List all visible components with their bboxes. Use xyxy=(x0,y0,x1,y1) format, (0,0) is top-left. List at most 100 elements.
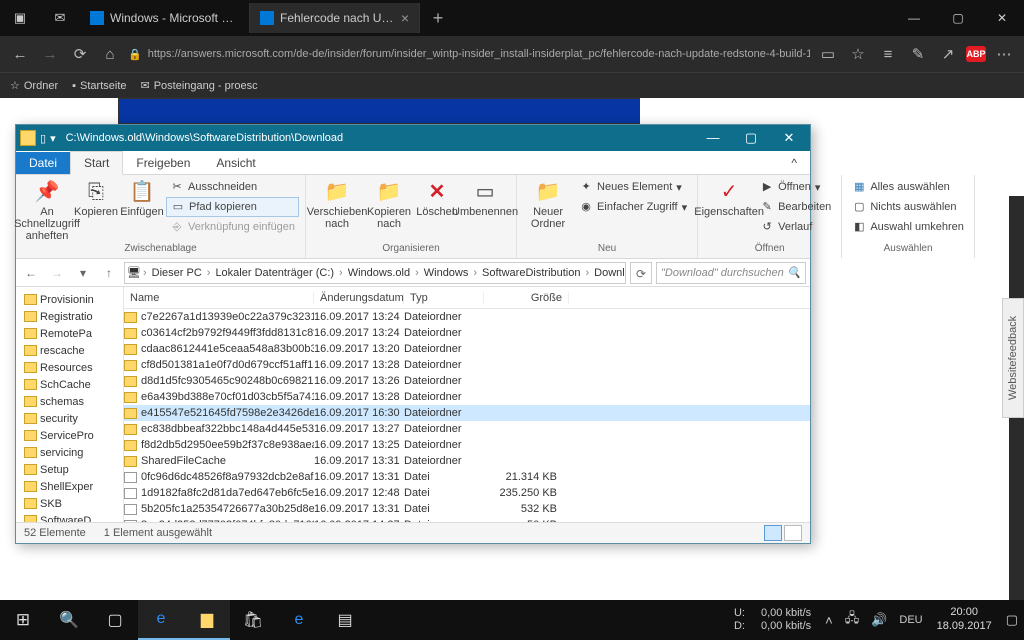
taskbar-clock[interactable]: 20:0018.09.2017 xyxy=(929,606,1000,634)
tree-node[interactable]: Registratio xyxy=(16,308,123,325)
select-all-button[interactable]: ▦Alles auswählen xyxy=(848,177,968,197)
list-item[interactable]: ec838dbbeaf322bbc148a4d445e538b916.09.20… xyxy=(124,421,810,437)
tray-volume-icon[interactable]: 🔊 xyxy=(865,612,893,628)
feedback-tab[interactable]: Websitefeedback xyxy=(1002,298,1024,418)
explorer-titlebar[interactable]: ▯ ▾ C:\Windows.old\Windows\SoftwareDistr… xyxy=(16,125,810,151)
tab-1[interactable]: Windows - Microsoft Comm xyxy=(80,3,250,33)
list-item[interactable]: SharedFileCache16.09.2017 13:31Dateiordn… xyxy=(124,453,810,469)
back-button[interactable]: ← xyxy=(20,262,42,284)
easy-access-button[interactable]: ◉Einfacher Zugriff ▾ xyxy=(575,197,691,217)
new-item-button[interactable]: ✦Neues Element ▾ xyxy=(575,177,691,197)
task-view-button[interactable]: ▢ xyxy=(92,600,138,640)
tab-2[interactable]: Fehlercode nach Updat× xyxy=(250,3,420,33)
cut-button[interactable]: ✂Ausschneiden xyxy=(166,177,299,197)
list-item[interactable]: c03614cf2b9792f9449ff3fdd8131c8f16.09.20… xyxy=(124,325,810,341)
new-folder-button[interactable]: 📁Neuer Ordner xyxy=(523,177,573,230)
page-scrollbar[interactable] xyxy=(1009,196,1024,640)
taskbar-app[interactable]: ▤ xyxy=(322,600,368,640)
refresh-button[interactable]: ⟳ xyxy=(630,262,652,284)
maximize-button[interactable]: ▢ xyxy=(936,0,980,36)
tab-start[interactable]: Start xyxy=(70,151,123,175)
folder-tree[interactable]: ProvisioninRegistratioRemoteParescacheRe… xyxy=(16,287,124,522)
refresh-button[interactable]: ⟳ xyxy=(68,42,92,66)
tray-language[interactable]: DEU xyxy=(893,614,928,626)
search-button[interactable]: 🔍 xyxy=(46,600,92,640)
qat-icon[interactable]: ▯ xyxy=(40,132,46,145)
list-item[interactable]: f8d2db5d2950ee59b2f37c8e938aea7516.09.20… xyxy=(124,437,810,453)
ribbon-collapse-icon[interactable]: ^ xyxy=(778,152,810,174)
action-center-icon[interactable]: ▢ xyxy=(1000,612,1024,628)
tree-node[interactable]: ServicePro xyxy=(16,427,123,444)
back-button[interactable]: ← xyxy=(8,42,32,66)
paste-link-button[interactable]: ⎆Verknüpfung einfügen xyxy=(166,217,299,237)
list-item[interactable]: e415547e521645fd7598e2e3426dedf716.09.20… xyxy=(124,405,810,421)
details-view-button[interactable] xyxy=(764,525,782,541)
list-item[interactable]: 0fc96d6dc48526f8a97932dcb2e8af01143d...1… xyxy=(124,469,810,485)
taskbar-explorer[interactable]: ▆ xyxy=(184,600,230,640)
edit-button[interactable]: ✎Bearbeiten xyxy=(756,197,835,217)
list-item[interactable]: d8d1d5fc9305465c90248b0c698213f616.09.20… xyxy=(124,373,810,389)
copy-button[interactable]: ⎘Kopieren xyxy=(74,177,118,218)
tray-network-icon[interactable]: 🖧 xyxy=(839,609,866,631)
paste-button[interactable]: 📋Einfügen xyxy=(120,177,164,218)
breadcrumb-seg[interactable]: Windows.old xyxy=(345,267,413,279)
tree-node[interactable]: rescache xyxy=(16,342,123,359)
breadcrumb-seg[interactable]: Dieser PC xyxy=(149,267,205,279)
taskbar-store[interactable]: 🛍 xyxy=(230,600,276,640)
tree-node[interactable]: schemas xyxy=(16,393,123,410)
breadcrumb-seg[interactable]: Windows xyxy=(421,267,472,279)
list-item[interactable]: cf8d501381a1e0f7d0d679ccf51aff1316.09.20… xyxy=(124,357,810,373)
close-button[interactable]: ✕ xyxy=(772,127,806,149)
tree-node[interactable]: servicing xyxy=(16,444,123,461)
maximize-button[interactable]: ▢ xyxy=(734,127,768,149)
tree-node[interactable]: SKB xyxy=(16,495,123,512)
tree-node[interactable]: Resources xyxy=(16,359,123,376)
favorite-star-icon[interactable]: ☆ xyxy=(846,42,870,66)
list-item[interactable]: c7e2267a1d13939e0c22a379c323141316.09.20… xyxy=(124,309,810,325)
list-header[interactable]: Name Änderungsdatum Typ Größe xyxy=(124,287,810,309)
address-bar[interactable]: 🔒https://answers.microsoft.com/de-de/ins… xyxy=(128,48,810,61)
breadcrumb[interactable]: 🖥› Dieser PC›Lokaler Datenträger (C:)›Wi… xyxy=(124,262,626,284)
new-tab-button[interactable]: + xyxy=(420,8,456,29)
close-button[interactable]: ✕ xyxy=(980,0,1024,36)
tree-node[interactable]: SchCache xyxy=(16,376,123,393)
recent-button[interactable]: ▾ xyxy=(72,262,94,284)
select-none-button[interactable]: ▢Nichts auswählen xyxy=(848,197,968,217)
forward-button[interactable]: → xyxy=(46,262,68,284)
tree-node[interactable]: SoftwareD xyxy=(16,512,123,522)
forward-button[interactable]: → xyxy=(38,42,62,66)
close-icon[interactable]: × xyxy=(401,10,409,26)
notes-icon[interactable]: ✎ xyxy=(906,42,930,66)
fav-ordner[interactable]: ☆ Ordner xyxy=(10,79,58,92)
tree-node[interactable]: security xyxy=(16,410,123,427)
history-button[interactable]: ↺Verlauf xyxy=(756,217,835,237)
list-item[interactable]: e6a439bd388e70cf01d03cb5f5a7411516.09.20… xyxy=(124,389,810,405)
abp-icon[interactable]: ABP xyxy=(966,46,986,62)
list-item[interactable]: 1d9182fa8fc2d81da7ed647eb6fc5e32d990...1… xyxy=(124,485,810,501)
properties-button[interactable]: ✓Eigenschaften xyxy=(704,177,754,218)
list-item[interactable]: cdaac8612441e5ceaa548a83b00b306e16.09.20… xyxy=(124,341,810,357)
tab-share[interactable]: Freigeben xyxy=(123,152,203,174)
open-button[interactable]: ▶Öffnen ▾ xyxy=(756,177,835,197)
up-button[interactable]: ↑ xyxy=(98,262,120,284)
tray-chevron-icon[interactable]: ˄ xyxy=(819,613,839,628)
move-to-button[interactable]: 📁Verschieben nach xyxy=(312,177,362,230)
taskbar-edge[interactable]: e xyxy=(138,600,184,640)
tree-node[interactable]: ShellExper xyxy=(16,478,123,495)
icons-view-button[interactable] xyxy=(784,525,802,541)
invert-selection-button[interactable]: ◧Auswahl umkehren xyxy=(848,217,968,237)
start-button[interactable]: ⊞ xyxy=(0,600,46,640)
fav-startseite[interactable]: ▪ Startseite xyxy=(72,80,126,92)
breadcrumb-seg[interactable]: Lokaler Datenträger (C:) xyxy=(212,267,337,279)
home-button[interactable]: ⌂ xyxy=(98,42,122,66)
minimize-button[interactable]: — xyxy=(696,127,730,149)
favorites-hub-icon[interactable]: ≡ xyxy=(876,42,900,66)
tab-file[interactable]: Datei xyxy=(16,152,70,174)
minimize-button[interactable]: — xyxy=(892,0,936,36)
tree-node[interactable]: RemotePa xyxy=(16,325,123,342)
breadcrumb-seg[interactable]: SoftwareDistribution xyxy=(479,267,583,279)
taskbar-ie[interactable]: e xyxy=(276,600,322,640)
list-body[interactable]: c7e2267a1d13939e0c22a379c323141316.09.20… xyxy=(124,309,810,522)
copy-to-button[interactable]: 📁Kopieren nach xyxy=(364,177,414,230)
pin-button[interactable]: 📌An Schnellzugriff anheften xyxy=(22,177,72,242)
